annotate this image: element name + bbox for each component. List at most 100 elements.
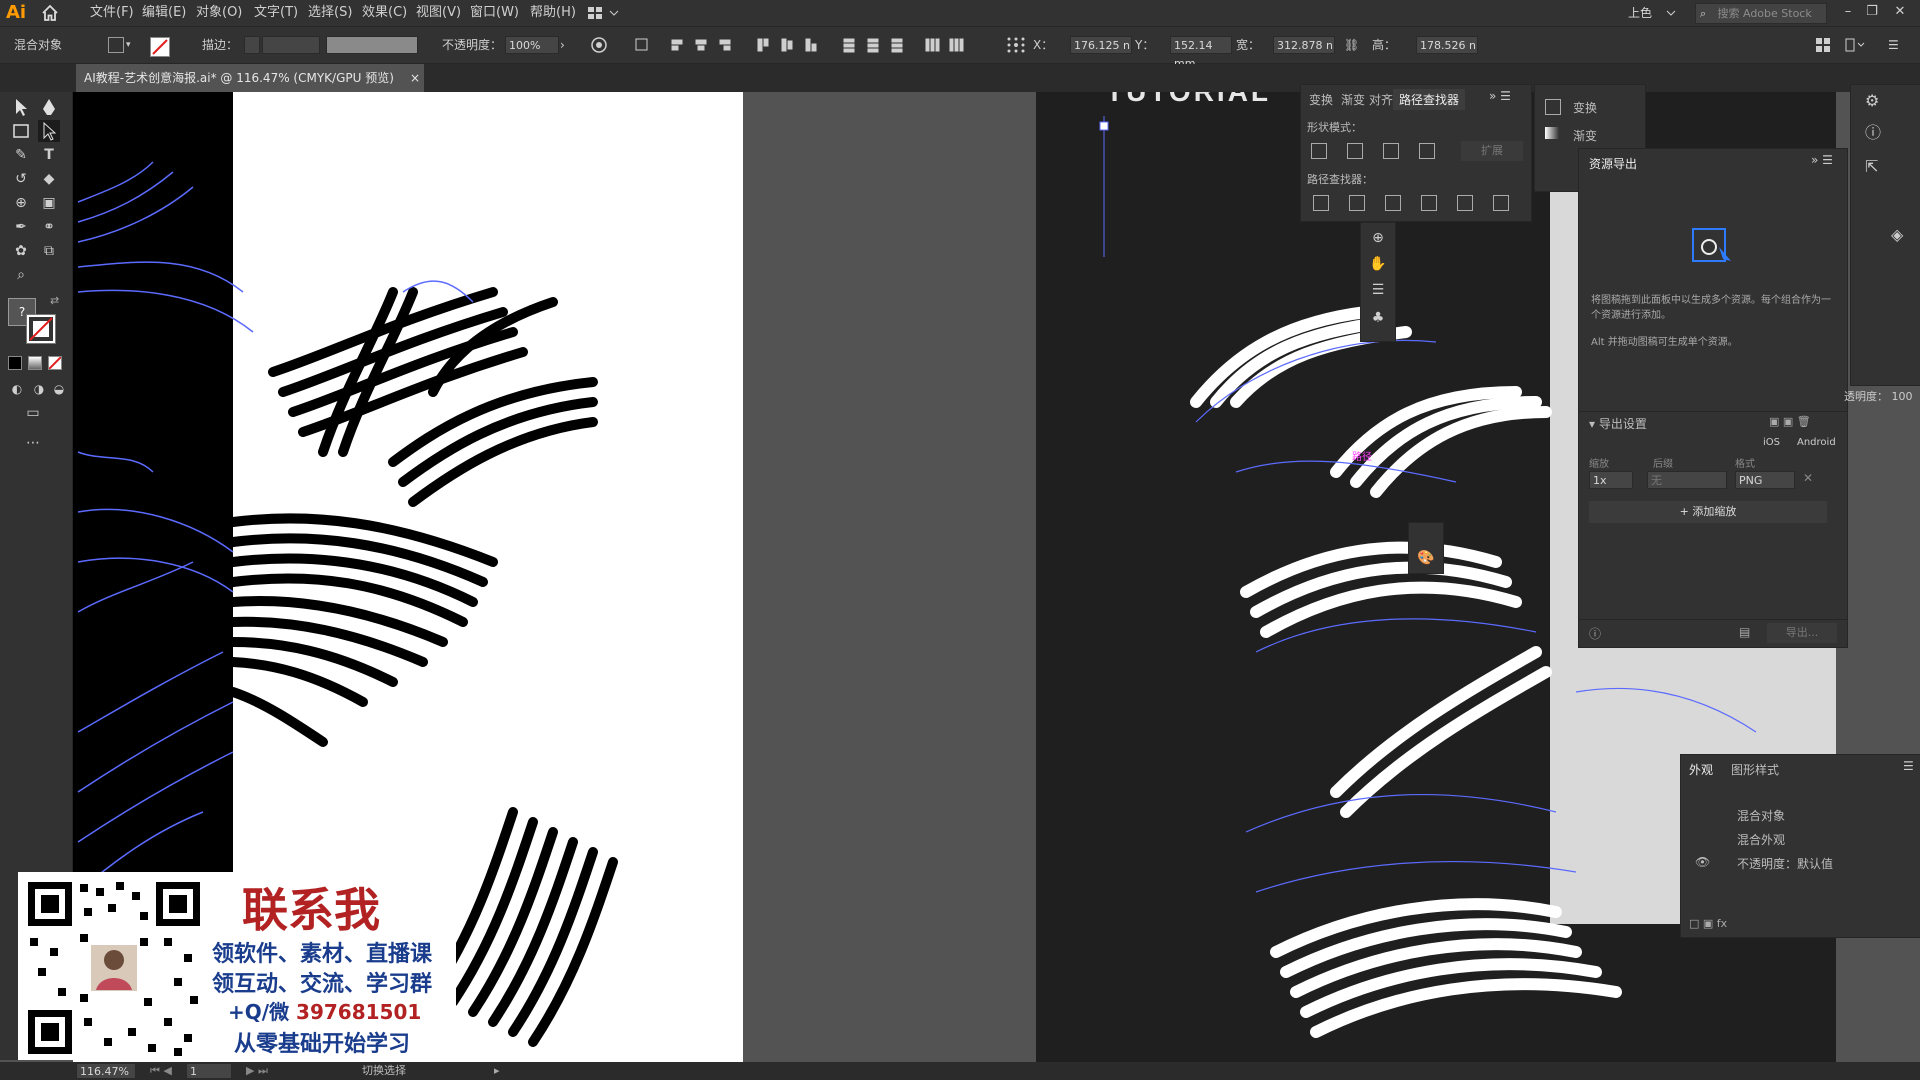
chevron-right-icon[interactable]: › xyxy=(560,36,572,54)
shape-builder-tool-icon[interactable]: ⊕ xyxy=(10,192,32,214)
fill-swatch-icon[interactable] xyxy=(108,37,124,53)
more-tools-icon[interactable]: ⋯ xyxy=(22,432,44,454)
menu-file[interactable]: 文件(F) xyxy=(90,0,134,26)
chevron-down-icon[interactable] xyxy=(1665,6,1677,20)
status-arrow-icon[interactable]: ▸ xyxy=(494,1062,500,1080)
tab-gradient[interactable]: 渐变 xyxy=(1341,91,1365,108)
x-field[interactable]: 176.125 n xyxy=(1070,36,1132,54)
tab-appearance[interactable]: 外观 xyxy=(1689,761,1713,778)
info-icon[interactable]: ⓘ xyxy=(1865,119,1881,143)
panel-menu-icon[interactable]: ☰ xyxy=(1888,36,1906,54)
draw-inside-icon[interactable]: ◒ xyxy=(48,378,70,400)
trim-icon[interactable] xyxy=(1349,195,1365,211)
tab-pathfinder[interactable]: 路径查找器 xyxy=(1393,89,1466,110)
more-options-icon[interactable] xyxy=(1844,36,1866,54)
type-tool-icon[interactable]: T xyxy=(38,144,60,166)
menu-object[interactable]: 对象(O) xyxy=(196,0,242,26)
align-to-icon[interactable] xyxy=(634,36,654,54)
restore-icon[interactable]: ❐ xyxy=(1862,3,1882,21)
appearance-row-opacity[interactable]: 不透明度：默认值 xyxy=(1737,855,1833,872)
link-icon[interactable]: ⛓ xyxy=(1344,36,1360,54)
zoom-field[interactable]: 116.47% xyxy=(76,1063,136,1079)
minus-back-icon[interactable] xyxy=(1493,195,1509,211)
menu-help[interactable]: 帮助(H) xyxy=(530,0,576,26)
opacity-field[interactable]: 100% xyxy=(505,36,559,54)
dock-item-gradient[interactable]: 渐变 xyxy=(1573,127,1597,144)
artboard-nav-first-icon[interactable]: ⏮ ◀ xyxy=(150,1062,172,1080)
chevron-down-icon[interactable]: ▾ xyxy=(126,37,138,53)
divide-icon[interactable] xyxy=(1313,195,1329,211)
properties-icon[interactable]: ⚙ xyxy=(1865,91,1879,110)
gradient-panel-icon[interactable] xyxy=(1545,127,1559,139)
panel-menu-icon[interactable]: ☰ xyxy=(1903,759,1914,773)
color-mode-icon[interactable] xyxy=(8,356,22,370)
menu-edit[interactable]: 编辑(E) xyxy=(142,0,186,26)
gradient-tool-icon[interactable]: ▣ xyxy=(38,192,60,214)
outline-icon[interactable] xyxy=(1457,195,1473,211)
export-button[interactable]: 导出... xyxy=(1767,623,1837,643)
crop-icon[interactable] xyxy=(1421,195,1437,211)
screen-mode-icon[interactable]: ▭ xyxy=(22,402,44,424)
visibility-eye-icon[interactable]: 👁 xyxy=(1695,855,1710,869)
ios-preset[interactable]: iOS xyxy=(1763,437,1780,448)
intersect-icon[interactable] xyxy=(1383,143,1399,159)
appearance-row-blend[interactable]: 混合外观 xyxy=(1737,831,1785,848)
remove-scale-icon[interactable]: ✕ xyxy=(1803,471,1813,485)
stroke-weight-field[interactable] xyxy=(262,36,320,54)
artboard-tool-icon[interactable]: ⧉ xyxy=(38,240,60,262)
draw-normal-icon[interactable]: ◐ xyxy=(6,378,28,400)
exclude-icon[interactable] xyxy=(1419,143,1435,159)
artboard-number-field[interactable]: 1 xyxy=(186,1063,232,1079)
add-scale-button[interactable]: + 添加缩放 xyxy=(1589,501,1827,523)
selection-tool-icon[interactable] xyxy=(10,96,32,118)
stroke-swatch-icon[interactable] xyxy=(150,37,170,57)
menu-select[interactable]: 选择(S) xyxy=(308,0,352,26)
reference-point-icon[interactable] xyxy=(1005,35,1027,55)
stroke-stepper[interactable] xyxy=(244,36,260,54)
draw-behind-icon[interactable]: ◑ xyxy=(28,378,50,400)
stock-search-input[interactable]: ⌕ 搜索 Adobe Stock xyxy=(1695,3,1827,24)
symbol-sprayer-tool-icon[interactable]: ✿ xyxy=(10,240,32,262)
rectangle-tool-icon[interactable] xyxy=(10,120,32,142)
artboard-nav-last-icon[interactable]: ▶ ⏭ xyxy=(246,1062,268,1080)
menu-lines-icon[interactable]: ☰ xyxy=(1367,279,1389,301)
menu-type[interactable]: 文字(T) xyxy=(254,0,298,26)
height-field[interactable]: 178.526 n xyxy=(1416,36,1478,54)
swap-colors-icon[interactable]: ⇄ xyxy=(50,294,64,308)
none-mode-icon[interactable] xyxy=(48,356,62,370)
scale-select[interactable]: 1x xyxy=(1589,471,1633,489)
close-tab-icon[interactable]: × xyxy=(410,64,420,92)
home-icon[interactable] xyxy=(40,3,60,23)
appearance-row-object[interactable]: 混合对象 xyxy=(1737,807,1785,824)
asset-export-title[interactable]: 资源导出 xyxy=(1589,155,1637,172)
shape-builder-icon[interactable]: ⊕ xyxy=(1367,227,1389,249)
appearance-footer-icons[interactable]: □ ▣ fx xyxy=(1689,917,1727,930)
panel-menu-icon[interactable]: » ☰ xyxy=(1489,89,1511,103)
document-tab[interactable]: AI教程-艺术创意海报.ai* @ 116.47% (CMYK/GPU 预览) … xyxy=(76,64,424,92)
menu-view[interactable]: 视图(V) xyxy=(416,0,461,26)
export-actions-icons[interactable]: ▣ ▣ 🗑 xyxy=(1769,415,1811,428)
dock-item-transform[interactable]: 变换 xyxy=(1573,99,1597,116)
current-tool-status[interactable]: 切换选择 xyxy=(362,1062,406,1080)
export-icon[interactable]: ⇱ xyxy=(1865,157,1878,176)
palette-icon[interactable]: 🎨 xyxy=(1415,547,1437,569)
paintbrush-tool-icon[interactable]: ✎ xyxy=(10,144,32,166)
transparency-opacity[interactable]: 透明度： 100 xyxy=(1844,388,1920,408)
zoom-tool-icon[interactable]: ⌕ xyxy=(10,264,32,286)
transform-panel-icon[interactable] xyxy=(1545,99,1561,115)
recolor-artwork-icon[interactable] xyxy=(590,36,608,54)
rotate-tool-icon[interactable]: ↺ xyxy=(10,168,32,190)
export-list-icon[interactable]: ▤ xyxy=(1739,625,1750,639)
minimize-icon[interactable]: – xyxy=(1838,3,1858,21)
y-field[interactable]: 152.14 mm xyxy=(1170,36,1232,70)
gradient-mode-icon[interactable] xyxy=(28,356,42,370)
direct-selection-tool-icon[interactable] xyxy=(38,120,60,142)
width-field[interactable]: 312.878 n xyxy=(1273,36,1335,54)
tab-align[interactable]: 对齐 xyxy=(1369,91,1393,108)
workspace-label[interactable]: 上色 xyxy=(1628,0,1652,26)
close-icon[interactable]: ✕ xyxy=(1890,3,1910,21)
android-preset[interactable]: Android xyxy=(1797,437,1836,448)
stroke-color-icon[interactable] xyxy=(26,314,56,344)
eraser-tool-icon[interactable]: ◆ xyxy=(38,168,60,190)
club-symbol-icon[interactable]: ♣ xyxy=(1367,307,1389,329)
